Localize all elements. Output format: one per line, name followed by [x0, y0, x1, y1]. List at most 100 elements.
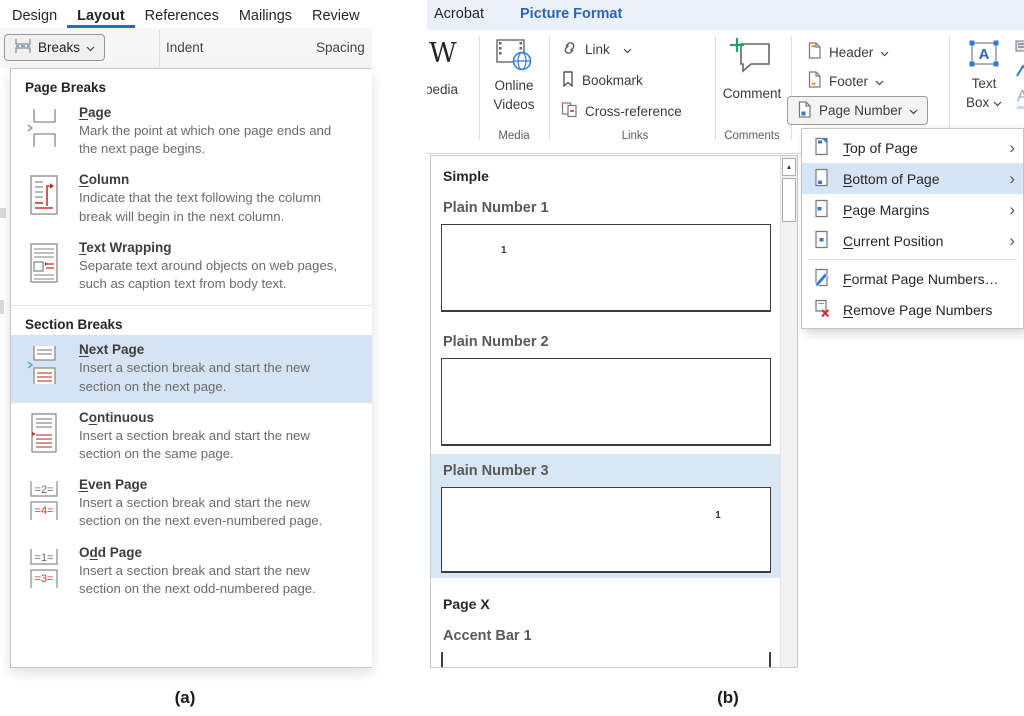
menu-item-description: Insert a section break and start the new… — [79, 562, 341, 598]
menu-item-title: Continuous — [79, 410, 341, 425]
page-number-preview: 1 — [715, 510, 721, 521]
page-break-icon — [27, 105, 63, 158]
wikipedia-button-label-cropped[interactable]: ipedia — [427, 82, 458, 97]
online-videos-button[interactable]: Online Videos — [485, 38, 543, 115]
ribbon-divider — [159, 30, 160, 66]
menu-item-description: Indicate that the text following the col… — [79, 189, 341, 225]
menu-item-description: Insert a section break and start the new… — [79, 494, 341, 530]
text-box-icon: A — [966, 57, 1002, 74]
continuous-break-icon — [27, 410, 63, 463]
menu-item-description: Mark the point at which one page ends an… — [79, 122, 341, 158]
footer-button-label: Footer — [829, 74, 868, 89]
cropped-dropcap-icon: A — [1017, 88, 1024, 109]
tab-picture-format[interactable]: Picture Format — [520, 6, 622, 22]
cross-reference-button[interactable]: Cross-reference — [561, 101, 682, 121]
menu-item-continuous-break[interactable]: Continuous Insert a section break and st… — [11, 403, 372, 470]
page-number-button-label: Page Number — [819, 103, 902, 118]
menu-item-label: Bottom of Page — [843, 171, 940, 187]
gallery-item-accent-bar-1[interactable] — [441, 652, 771, 668]
menu-item-page-margins[interactable]: Page Margins › — [802, 194, 1023, 225]
remove-page-numbers-icon — [813, 299, 830, 321]
word-ui-composite: Design Layout References Mailings Review… — [0, 0, 1024, 716]
indent-group-label: Indent — [166, 40, 204, 55]
svg-text:=4=: =4= — [35, 505, 54, 517]
submenu-chevron-icon: › — [1009, 232, 1015, 249]
menu-item-even-page-break[interactable]: =2==4= Even Page Insert a section break … — [11, 470, 372, 537]
comment-button[interactable]: Comment — [721, 36, 783, 104]
menu-item-text-wrapping-break[interactable]: Text Wrapping Separate text around objec… — [11, 233, 372, 300]
gallery-item-plain-number-1[interactable]: 1 — [441, 224, 771, 312]
svg-text:=2=: =2= — [35, 484, 54, 496]
menu-item-format-page-numbers[interactable]: Format Page Numbers… — [802, 263, 1023, 294]
chevron-down-icon — [86, 40, 95, 55]
menu-item-page-break[interactable]: Page Mark the point at which one page en… — [11, 98, 372, 165]
text-box-label-line1: Text — [957, 75, 1011, 94]
column-break-icon — [27, 172, 63, 225]
menu-item-title: Column — [79, 172, 341, 187]
tab-references[interactable]: References — [135, 4, 229, 28]
bookmark-button[interactable]: Bookmark — [561, 71, 643, 90]
scrollbar-thumb[interactable] — [782, 178, 796, 222]
page-number-button[interactable]: Page Number — [787, 96, 928, 125]
menu-item-title: Page — [79, 105, 341, 120]
menu-item-bottom-of-page[interactable]: Bottom of Page › — [802, 163, 1023, 194]
figure-caption-b: (b) — [693, 688, 763, 708]
panel-a-ribbon-tabs: Design Layout References Mailings Review — [0, 0, 372, 28]
occluded-ui-fragment — [0, 300, 4, 314]
text-box-label-line2: Box — [957, 94, 1011, 113]
tab-mailings[interactable]: Mailings — [229, 4, 302, 28]
tab-layout[interactable]: Layout — [67, 4, 135, 28]
chevron-down-icon — [909, 103, 918, 118]
gallery-item-plain-number-3[interactable]: Plain Number 3 1 — [431, 454, 782, 578]
gallery-item-plain-number-2[interactable] — [441, 358, 771, 446]
tab-design[interactable]: Design — [2, 4, 67, 28]
bookmark-button-label: Bookmark — [582, 73, 643, 88]
gallery-section-simple: Simple — [443, 168, 489, 184]
submenu-chevron-icon: › — [1009, 170, 1015, 187]
current-position-icon — [813, 230, 830, 252]
gallery-item-label: Plain Number 2 — [443, 334, 549, 350]
submenu-chevron-icon: › — [1009, 201, 1015, 218]
page-breaks-section-header: Page Breaks — [25, 80, 372, 95]
bookmark-icon — [561, 71, 575, 90]
breaks-icon — [14, 38, 32, 57]
menu-item-odd-page-break[interactable]: =1==3= Odd Page Insert a section break a… — [11, 538, 372, 605]
menu-item-label: Format Page Numbers… — [843, 271, 999, 287]
chevron-down-icon — [875, 74, 884, 89]
tab-review[interactable]: Review — [302, 4, 370, 28]
tab-acrobat[interactable]: Acrobat — [434, 6, 484, 22]
cross-reference-icon — [561, 101, 578, 121]
link-button[interactable]: Link — [561, 41, 632, 58]
gallery-scrollbar[interactable]: ▲ — [780, 156, 797, 668]
top-of-page-icon — [813, 137, 830, 159]
menu-item-top-of-page[interactable]: Top of Page › — [802, 132, 1023, 163]
ribbon-group-divider — [549, 36, 550, 140]
bottom-of-page-icon — [813, 168, 830, 190]
menu-item-label: Current Position — [843, 233, 943, 249]
next-page-break-icon — [27, 342, 63, 395]
footer-button[interactable]: Footer — [807, 71, 884, 91]
links-group-label: Links — [561, 130, 709, 142]
page-number-icon — [797, 101, 812, 121]
media-group-label: Media — [485, 130, 543, 142]
gallery-section-page-x: Page X — [443, 596, 490, 612]
page-margins-icon — [813, 199, 830, 221]
header-button[interactable]: Header — [807, 42, 889, 62]
comment-button-label: Comment — [721, 85, 783, 104]
ribbon-group-divider — [949, 36, 950, 140]
breaks-button[interactable]: Breaks — [4, 34, 105, 61]
odd-page-break-icon: =1==3= — [27, 545, 63, 598]
svg-text:=1=: =1= — [35, 552, 54, 564]
ribbon-group-divider — [479, 36, 480, 140]
menu-item-current-position[interactable]: Current Position › — [802, 225, 1023, 256]
text-box-button[interactable]: A Text Box — [957, 38, 1011, 113]
menu-item-title: Next Page — [79, 342, 341, 357]
menu-item-description: Insert a section break and start the new… — [79, 427, 341, 463]
panel-b-ribbon-tabs: Acrobat Picture Format — [427, 0, 1024, 30]
menu-item-remove-page-numbers[interactable]: Remove Page Numbers — [802, 294, 1023, 325]
scroll-up-button[interactable]: ▲ — [782, 158, 796, 176]
cross-reference-button-label: Cross-reference — [585, 104, 682, 119]
menu-item-column-break[interactable]: Column Indicate that the text following … — [11, 165, 372, 232]
comment-icon — [729, 67, 775, 84]
menu-item-next-page-break[interactable]: Next Page Insert a section break and sta… — [11, 335, 372, 402]
